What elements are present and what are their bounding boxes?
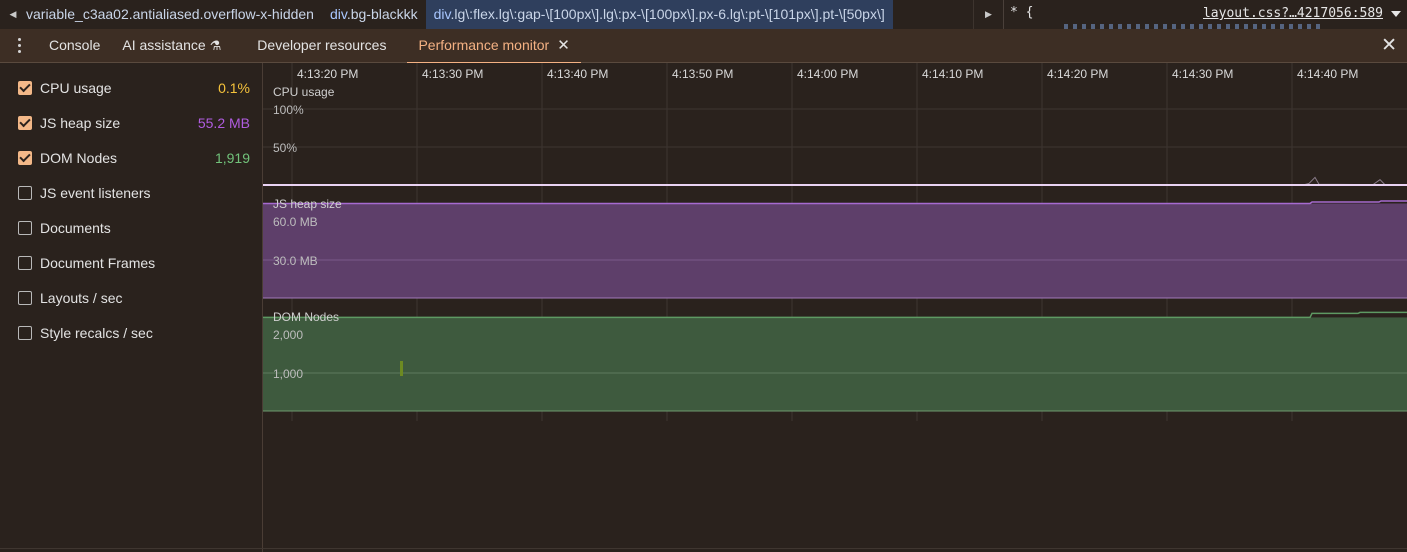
time-label: 4:13:30 PM (422, 67, 484, 81)
checkbox[interactable] (18, 116, 32, 130)
checkbox[interactable] (18, 291, 32, 305)
heap-tick-60: 60.0 MB (273, 215, 318, 229)
close-drawer-icon[interactable]: ✕ (1381, 29, 1397, 63)
style-rule-selector: * { (1010, 5, 1034, 20)
time-label: 4:14:40 PM (1297, 67, 1359, 81)
heap-chart-title: JS heap size (273, 197, 342, 211)
styles-pane-strip: * { layout.css?…4217056:589 (1003, 0, 1407, 29)
metric-label: JS heap size (40, 115, 121, 131)
metric-layouts-per-sec[interactable]: Layouts / sec (18, 287, 250, 309)
dom-tick-1000: 1,000 (273, 367, 304, 381)
checkbox[interactable] (18, 81, 32, 95)
metric-label: Style recalcs / sec (40, 325, 153, 341)
time-label: 4:14:00 PM (797, 67, 859, 81)
dom-spike-marker (400, 361, 403, 376)
dom-area (263, 317, 1407, 411)
metric-cpu-usage[interactable]: CPU usage 0.1% (18, 77, 250, 99)
metric-label: Documents (40, 220, 111, 236)
metrics-list: CPU usage 0.1% JS heap size 55.2 MB DOM … (0, 63, 263, 552)
metric-js-heap-size[interactable]: JS heap size 55.2 MB (18, 112, 250, 134)
checkbox[interactable] (18, 326, 32, 340)
drawer-tab-bar: Console AI assistance ⚗ Developer resourc… (0, 29, 1407, 64)
metric-label: Layouts / sec (40, 290, 123, 306)
cpu-tick-100: 100% (273, 103, 304, 117)
cpu-chart-title: CPU usage (273, 85, 335, 99)
time-label: 4:13:40 PM (547, 67, 609, 81)
heap-line (263, 200, 1407, 205)
checkbox[interactable] (18, 151, 32, 165)
dom-line (263, 311, 1407, 319)
breadcrumb-class: .lg\:flex.lg\:gap-\[100px\].lg\:px-\[100… (450, 6, 885, 22)
breadcrumb-item-selected[interactable]: div.lg\:flex.lg\:gap-\[100px\].lg\:px-\[… (425, 0, 893, 29)
metric-dom-nodes[interactable]: DOM Nodes 1,919 (18, 147, 250, 169)
tab-console[interactable]: Console (38, 29, 111, 63)
breadcrumb-scroll-right-icon[interactable]: ▶ (973, 0, 1003, 29)
tab-developer-resources[interactable]: Developer resources (246, 29, 397, 63)
tab-label: AI assistance (122, 36, 206, 53)
tab-label: Developer resources (257, 36, 387, 53)
style-source-link[interactable]: layout.css?…4217056:589 (1203, 6, 1383, 21)
metric-value: 0.1% (218, 80, 250, 96)
tab-performance-monitor[interactable]: Performance monitor ✕ (407, 29, 582, 64)
dom-tick-2000: 2,000 (273, 328, 304, 342)
metric-js-event-listeners[interactable]: JS event listeners (18, 182, 250, 204)
breadcrumb-tag: div (433, 6, 451, 22)
dom-chart-title: DOM Nodes (273, 310, 340, 324)
elements-breadcrumb: ◀ variable_c3aa02.antialiased.overflow-x… (0, 0, 1003, 29)
breadcrumb-item[interactable]: variable_c3aa02.antialiased.overflow-x-h… (26, 0, 322, 29)
heap-area (263, 203, 1407, 298)
metric-label: JS event listeners (40, 185, 151, 201)
time-label: 4:13:50 PM (672, 67, 734, 81)
metric-label: DOM Nodes (40, 150, 118, 166)
time-label: 4:14:10 PM (922, 67, 984, 81)
checkbox[interactable] (18, 221, 32, 235)
checkbox[interactable] (18, 256, 32, 270)
chart-canvas (263, 63, 1407, 421)
breadcrumb-class: .bg-blackkk (346, 6, 418, 22)
breadcrumb-class: variable_c3aa02.antialiased.overflow-x-h… (26, 6, 314, 22)
tab-ai-assistance[interactable]: AI assistance ⚗ (111, 29, 232, 63)
tab-label: Console (49, 36, 101, 53)
breadcrumb-item[interactable]: div.bg-blackkk (322, 0, 426, 29)
panel-bottom-border (0, 548, 1407, 549)
performance-monitor-chart: 4:13:20 PM 4:13:30 PM 4:13:40 PM 4:13:50 PM… (263, 63, 1407, 552)
kebab-menu-icon[interactable] (0, 29, 38, 63)
flask-icon: ⚗ (209, 37, 222, 53)
time-label: 4:14:30 PM (1172, 67, 1234, 81)
cpu-usage-line (263, 176, 1407, 186)
cpu-tick-50: 50% (273, 141, 298, 155)
metric-label: Document Frames (40, 255, 156, 271)
breadcrumb-scroll-left-icon[interactable]: ◀ (0, 0, 26, 29)
metric-label: CPU usage (40, 80, 112, 96)
close-icon[interactable]: ✕ (557, 37, 570, 54)
checkbox[interactable] (18, 186, 32, 200)
metric-documents[interactable]: Documents (18, 217, 250, 239)
metric-document-frames[interactable]: Document Frames (18, 252, 250, 274)
metric-value: 1,919 (214, 150, 250, 166)
time-label: 4:14:20 PM (1047, 67, 1109, 81)
breadcrumb-tag: div (329, 6, 347, 22)
tab-label: Performance monitor (418, 36, 550, 53)
chevron-down-icon[interactable] (1391, 11, 1401, 17)
metric-value: 55.2 MB (197, 115, 250, 131)
time-label: 4:13:20 PM (297, 67, 359, 81)
metric-style-recalcs-per-sec[interactable]: Style recalcs / sec (18, 322, 250, 344)
heap-tick-30: 30.0 MB (273, 254, 318, 268)
